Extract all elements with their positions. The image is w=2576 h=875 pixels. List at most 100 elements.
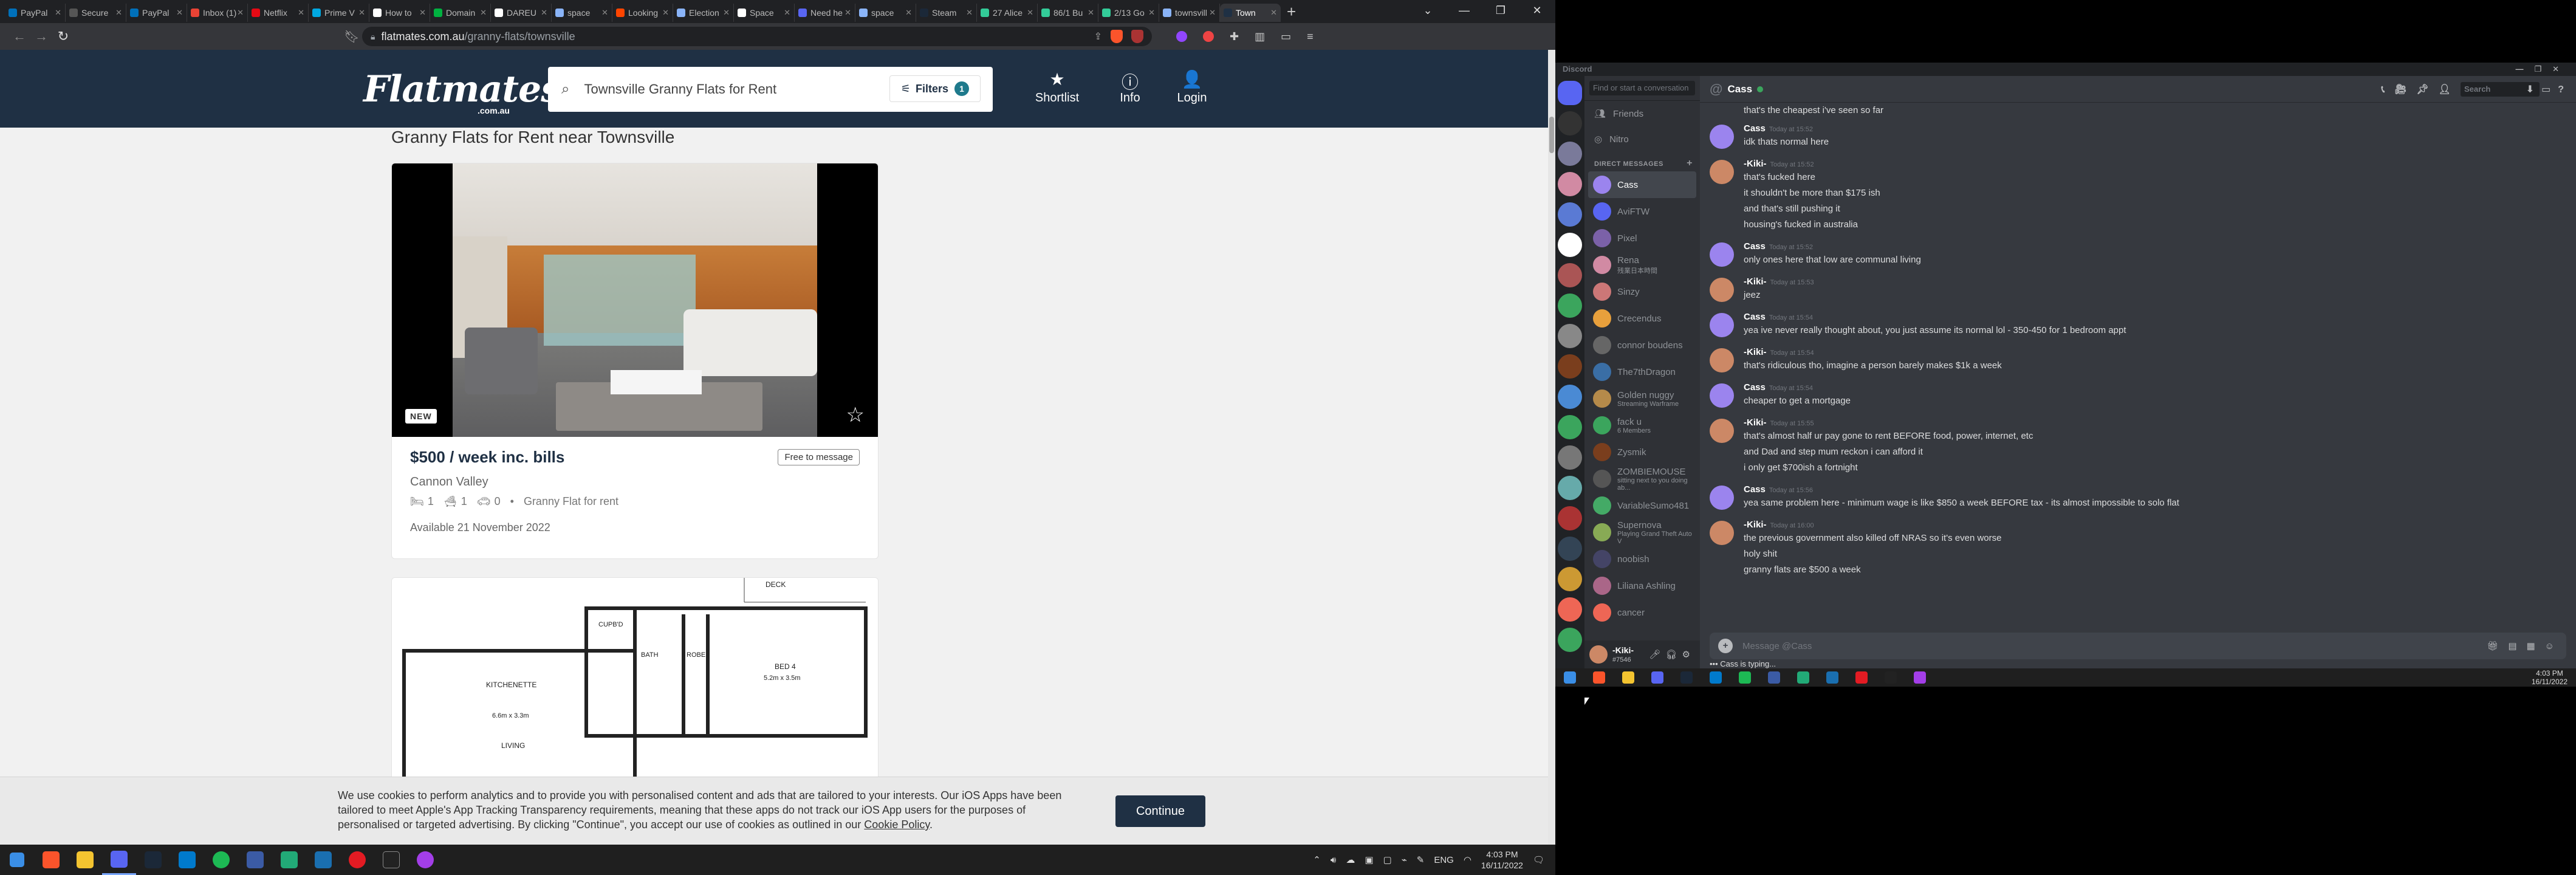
avatar[interactable] [1710,125,1734,149]
tab-close-icon[interactable]: ✕ [966,8,973,18]
browser-tab[interactable]: space ✕ [552,4,612,22]
dm-item[interactable]: fack u6 Members [1588,412,1696,439]
server-icon[interactable] [1558,506,1582,530]
twitch-extension-icon[interactable] [1176,31,1187,42]
server-icon[interactable] [1558,142,1582,166]
tab-close-icon[interactable]: ✕ [541,8,547,18]
browser-tab[interactable]: How to ✕ [369,4,430,22]
dm-item[interactable]: Liliana Ashling [1588,572,1696,599]
tray-app-icon[interactable]: ▣ [1365,854,1373,865]
dm-item[interactable]: noobish [1588,546,1696,572]
dm-item[interactable]: Rena 残業日本時間 [1588,252,1696,278]
browser-tab[interactable]: townsvill ✕ [1159,4,1220,22]
message-author[interactable]: -Kiki- [1744,347,1767,357]
close-button[interactable]: ✕ [1519,0,1555,23]
browser-tab[interactable]: Steam ✕ [916,4,977,22]
server-icon[interactable] [1558,354,1582,379]
tab-close-icon[interactable]: ✕ [1209,8,1216,18]
taskbar-app-icon[interactable] [1555,668,1584,687]
browser-tab[interactable]: Looking ✕ [612,4,673,22]
brave-rewards-icon[interactable] [1131,30,1143,43]
browser-tab[interactable]: Inbox (1) ✕ [187,4,248,22]
browser-tab[interactable]: 27 Alice ✕ [977,4,1038,22]
bookmark-icon[interactable]: 🔖︎ [341,29,362,44]
tab-close-icon[interactable]: ✕ [237,8,244,18]
network-icon[interactable]: ⌁ [1402,854,1407,865]
taskbar-app-icon[interactable] [1614,668,1643,687]
friends-nav[interactable]: 👥︎ Friends [1584,101,1700,126]
listing-card[interactable]: NEW ☆ $500 / week inc. bills Free to mes… [391,163,879,559]
tab-close-icon[interactable]: ✕ [480,8,487,18]
server-icon[interactable] [1558,445,1582,470]
tab-close-icon[interactable]: ✕ [1027,8,1033,18]
dm-item[interactable]: ZOMBIEMOUSE sitting next to you doing ab.… [1588,465,1696,492]
app-taskbar-icon[interactable] [272,845,306,875]
nav-login[interactable]: 👤 Login [1156,69,1228,105]
message-author[interactable]: Cass [1744,484,1766,495]
tab-close-icon[interactable]: ✕ [115,8,122,18]
extension-icon[interactable] [1203,31,1214,42]
browser-tab[interactable]: 86/1 Bu ✕ [1038,4,1098,22]
browser-tab[interactable]: Domain ✕ [430,4,491,22]
server-icon[interactable] [1558,415,1582,439]
browser-tab[interactable]: Need he ✕ [795,4,855,22]
wifi-icon[interactable]: ◠ [1464,854,1471,865]
message-author[interactable]: Cass [1744,312,1766,322]
avatar[interactable] [1710,383,1734,408]
extensions-puzzle-icon[interactable]: ✚ [1230,30,1239,43]
discord-window-controls[interactable]: —❐✕ [2515,63,2570,76]
taskbar-app-icon[interactable] [1789,668,1818,687]
minimize-button[interactable]: — [1446,0,1482,23]
find-conversation-input[interactable]: Find or start a conversation [1589,81,1695,95]
location-search[interactable]: ⌕ Townsville Granny Flats for Rent ⚟ Fil… [548,67,993,112]
dm-item[interactable]: cancer [1588,599,1696,626]
spotify-taskbar-icon[interactable] [204,845,238,875]
taskbar-app-icon[interactable] [1672,668,1701,687]
page-scrollbar[interactable] [1548,50,1555,845]
url-field[interactable]: 🔒︎ flatmates.com.au/granny-flats/townsvi… [362,27,1152,46]
message-author[interactable]: -Kiki- [1744,417,1767,428]
server-icon[interactable] [1558,597,1582,622]
dm-item[interactable]: Crecendus [1588,305,1696,332]
server-icon[interactable] [1558,567,1582,591]
taskbar-app-icon[interactable] [1701,668,1730,687]
server-icon[interactable] [1558,537,1582,561]
message-author[interactable]: -Kiki- [1744,276,1767,287]
dm-item[interactable]: Sinzy [1588,278,1696,305]
tab-close-icon[interactable]: ✕ [1148,8,1155,18]
pen-icon[interactable]: ✎ [1417,854,1425,865]
sidebar-icon[interactable]: ▥ [1255,30,1265,43]
tab-close-icon[interactable]: ✕ [844,8,851,18]
tab-close-icon[interactable]: ✕ [358,8,365,18]
language-indicator[interactable]: ENG [1434,855,1454,865]
server-icon[interactable] [1558,293,1582,318]
nav-shortlist[interactable]: ★ Shortlist [1021,69,1094,105]
app-taskbar-icon[interactable] [374,845,408,875]
clock-secondary[interactable]: 4:03 PM 16/11/2022 [2532,669,2576,686]
discord-taskbar-icon[interactable] [102,845,136,875]
server-icon[interactable] [1558,324,1582,348]
chat-header-actions[interactable]: 📞︎🎥︎📌︎👤︎ [2381,83,2461,95]
message-author[interactable]: -Kiki- [1744,159,1767,169]
browser-tab[interactable]: 2/13 Go ✕ [1098,4,1159,22]
volume-icon[interactable]: 🔊︎ [1331,855,1336,865]
taskbar-app-icon[interactable] [1730,668,1759,687]
dm-item[interactable]: AviFTW [1588,198,1696,225]
dm-item[interactable]: connor boudens [1588,332,1696,359]
server-icon[interactable] [1558,263,1582,287]
tab-close-icon[interactable]: ✕ [419,8,426,18]
tab-close-icon[interactable]: ✕ [784,8,790,18]
taskbar-app-icon[interactable] [1818,668,1847,687]
browser-tab[interactable]: DAREU ✕ [491,4,552,22]
input-actions[interactable]: 🎁︎▤▦☺ [2487,640,2566,651]
reload-button[interactable]: ↻ [52,29,74,44]
maximize-button[interactable]: ❐ [1482,0,1519,23]
browser-tab[interactable]: Netflix ✕ [248,4,309,22]
cloud-icon[interactable]: ☁︎ [1346,854,1355,865]
avatar[interactable] [1710,313,1734,337]
user-controls[interactable]: 🎤︎🎧︎⚙ [1649,649,1695,660]
taskbar-app-icon[interactable] [1847,668,1876,687]
avatar[interactable] [1710,160,1734,184]
notifications-icon[interactable]: 🗨︎ [1533,854,1544,865]
dm-item[interactable]: VariableSumo481 [1588,492,1696,519]
